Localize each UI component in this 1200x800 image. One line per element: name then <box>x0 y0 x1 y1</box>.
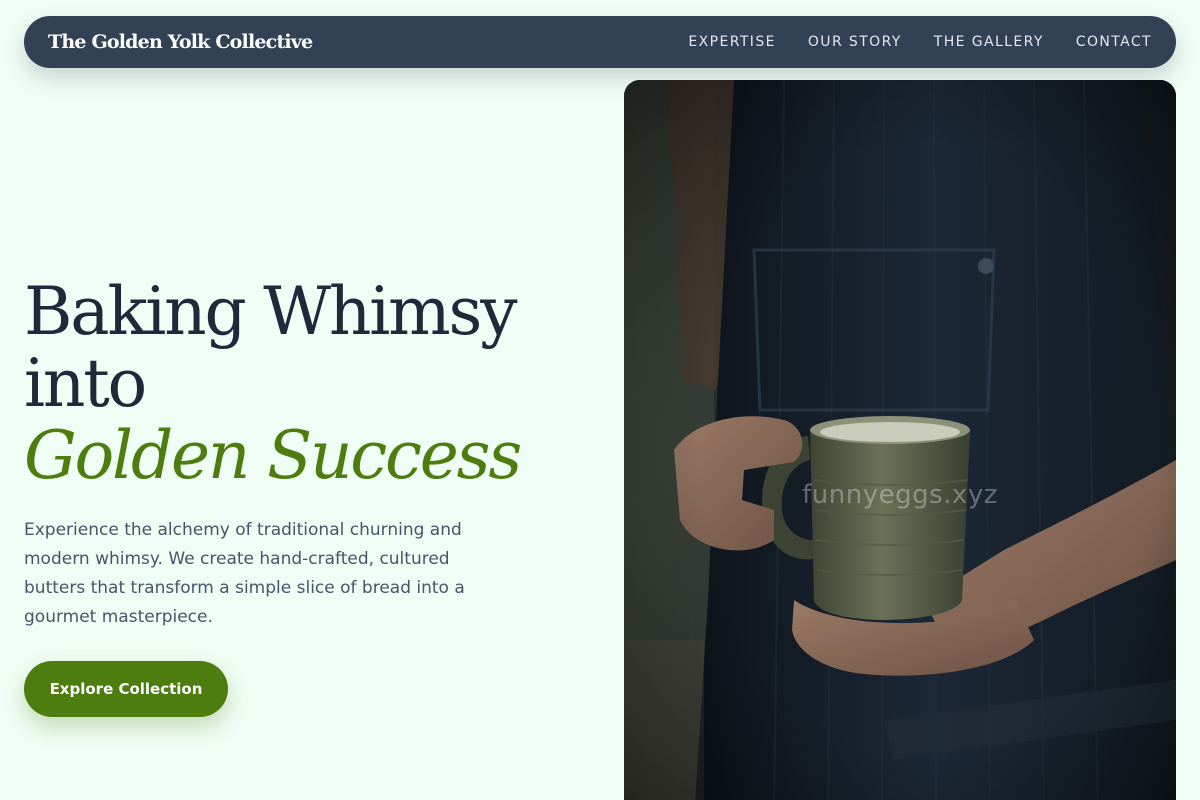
headline-line-2: into <box>24 345 147 422</box>
headline-accent: Golden Success <box>24 417 522 494</box>
hero-photo-illustration <box>624 80 1176 800</box>
nav-link-the-gallery[interactable]: THE GALLERY <box>934 34 1044 50</box>
nav-link-contact[interactable]: CONTACT <box>1076 34 1152 50</box>
top-navigation-bar: The Golden Yolk Collective EXPERTISE OUR… <box>24 16 1176 68</box>
hero-text-section: Baking Whimsy into Golden Success Experi… <box>24 276 584 632</box>
hero-description: Experience the alchemy of traditional ch… <box>24 520 465 627</box>
explore-collection-button[interactable]: Explore Collection <box>24 661 228 717</box>
nav-links: EXPERTISE OUR STORY THE GALLERY CONTACT <box>688 34 1152 50</box>
nav-link-expertise[interactable]: EXPERTISE <box>688 34 775 50</box>
hero-photo-hands-holding-mug: funnyeggs.xyz <box>624 80 1176 800</box>
hero-headline: Baking Whimsy into Golden Success <box>24 276 584 492</box>
headline-line-1: Baking Whimsy <box>24 273 517 350</box>
nav-link-our-story[interactable]: OUR STORY <box>808 34 902 50</box>
image-watermark: funnyeggs.xyz <box>802 480 998 510</box>
landing-page: The Golden Yolk Collective EXPERTISE OUR… <box>0 0 1200 800</box>
brand-logo-text[interactable]: The Golden Yolk Collective <box>48 31 313 53</box>
